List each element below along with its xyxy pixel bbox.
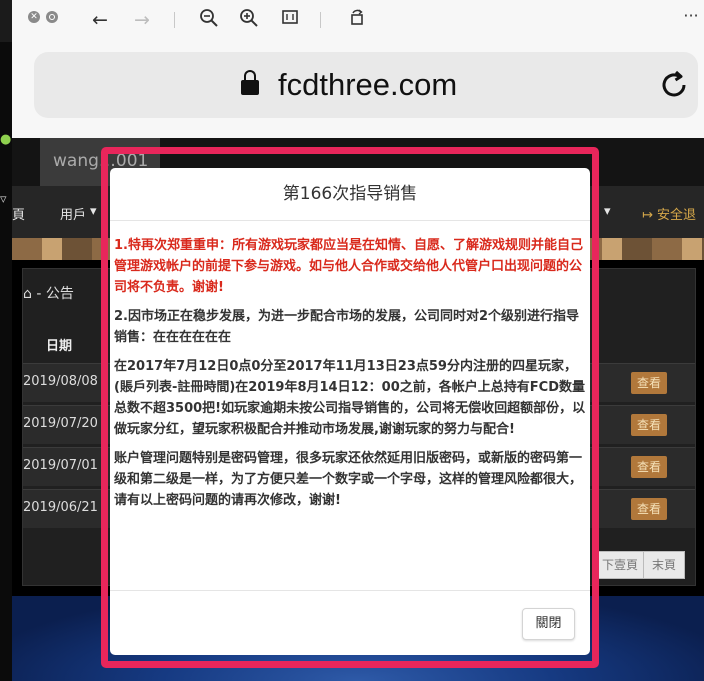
green-dot-icon: ● bbox=[0, 132, 12, 147]
row-date: 2019/06/21 bbox=[23, 500, 98, 515]
fit-page-icon[interactable] bbox=[278, 8, 302, 32]
view-button[interactable]: 查看 bbox=[631, 414, 667, 436]
notice-paragraph-4: 账户管理问题特别是密码管理，很多玩家还依然延用旧版密码，或新版的密码第一级和第二… bbox=[114, 451, 583, 508]
browser-toolbar: ✕ ← → ··· bbox=[12, 0, 704, 42]
view-button[interactable]: 查看 bbox=[631, 456, 667, 478]
modal-body: 1.特再次郑重重申：所有游戏玩家都应当是在知情、自愿、了解游戏规则并能自己管理游… bbox=[110, 221, 590, 590]
back-arrow-icon[interactable]: ← bbox=[88, 8, 112, 32]
window-minimize-icon[interactable] bbox=[46, 11, 58, 23]
notice-paragraph-1: 1.特再次郑重重申：所有游戏玩家都应当是在知情、自愿、了解游戏规则并能自己管理游… bbox=[114, 238, 583, 295]
row-date: 2019/07/20 bbox=[23, 416, 98, 431]
toolbar-divider bbox=[320, 12, 321, 28]
rotate-icon[interactable] bbox=[345, 8, 369, 32]
address-bar[interactable]: fcdthree.com bbox=[34, 52, 698, 118]
reload-icon[interactable] bbox=[657, 68, 691, 102]
address-bar-area: fcdthree.com bbox=[12, 42, 704, 138]
zoom-out-icon[interactable] bbox=[197, 8, 221, 32]
announcement-modal: 第166次指导销售 1.特再次郑重重申：所有游戏玩家都应当是在知情、自愿、了解游… bbox=[110, 168, 590, 655]
modal-title: 第166次指导销售 bbox=[110, 168, 590, 221]
chevron-down-icon[interactable]: ▾ bbox=[604, 204, 611, 219]
zoom-in-icon[interactable] bbox=[237, 8, 261, 32]
nav-home[interactable]: 頁 bbox=[12, 204, 25, 223]
url-text[interactable]: fcdthree.com bbox=[278, 64, 457, 106]
nav-user[interactable]: 用戶 bbox=[60, 204, 86, 223]
lock-icon bbox=[241, 70, 259, 95]
view-button[interactable]: 查看 bbox=[631, 372, 667, 394]
row-date: 2019/08/08 bbox=[23, 374, 98, 389]
modal-footer: 關閉 bbox=[110, 590, 590, 656]
row-date: 2019/07/01 bbox=[23, 458, 98, 473]
sidebar-glyph-icon: ▿ bbox=[0, 192, 7, 207]
chevron-down-icon[interactable]: ▾ bbox=[90, 204, 97, 219]
close-button[interactable]: 關閉 bbox=[522, 608, 575, 640]
window-close-icon[interactable]: ✕ bbox=[28, 11, 40, 23]
adjacent-window-strip: ● ▿ bbox=[0, 42, 12, 681]
pagination-last[interactable]: 末頁 bbox=[643, 551, 686, 579]
panel-title: ⌂ - 公告 bbox=[23, 286, 74, 302]
more-menu-icon[interactable]: ··· bbox=[678, 4, 704, 28]
pagination-prev[interactable]: 下壹頁 bbox=[593, 551, 648, 579]
logout-label: 安全退 bbox=[657, 208, 697, 223]
logout-link[interactable]: ↦ 安全退 bbox=[642, 204, 696, 223]
column-header-date: 日期 bbox=[46, 339, 73, 354]
forward-arrow-icon[interactable]: → bbox=[130, 8, 154, 32]
notice-paragraph-3: 在2017年7月12日0点0分至2017年11月13日23点59分内注册的四星玩… bbox=[114, 359, 586, 437]
toolbar-divider bbox=[174, 12, 175, 28]
view-button[interactable]: 查看 bbox=[631, 498, 667, 520]
notice-paragraph-2: 2.因市场正在稳步发展，为进一步配合市场的发展，公司同时对2个级别进行指导销售：… bbox=[114, 309, 580, 345]
